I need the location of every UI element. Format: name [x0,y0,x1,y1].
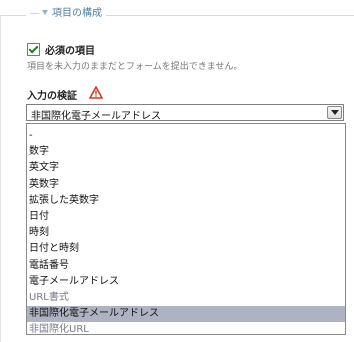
legend-label: 項目の構成 [52,8,102,19]
validation-select[interactable]: 非国際化電子メールアドレス [26,104,344,122]
required-label[interactable]: 必須の項目 [45,46,95,57]
chevron-down-icon [331,110,339,115]
dropdown-option[interactable]: 日付と時刻 [27,241,345,257]
dropdown-option[interactable]: - [27,128,345,144]
validation-dropdown-list: - 数字 英文字 英数字 拡張した英数字 日付 時刻 日付と時刻 電話番号 電子メールアドレス UR… [26,123,346,335]
dropdown-option[interactable]: 数字 [27,144,345,160]
dropdown-option[interactable]: 電子メールアドレス [27,274,345,290]
dropdown-option[interactable]: 英数字 [27,177,345,193]
checkmark-icon [28,43,39,54]
warning-icon [89,86,103,99]
dropdown-option[interactable]: 非国際化URL [27,322,345,338]
expand-triangle-icon [42,10,48,15]
required-help-text: 項目を未入力のままだとフォームを提出できません。 [27,62,243,72]
dropdown-option[interactable]: 日付 [27,209,345,225]
select-dropdown-button[interactable] [327,106,342,119]
dropdown-option[interactable]: 電話番号 [27,258,345,274]
validation-label: 入力の検証 [27,91,77,102]
dropdown-option[interactable]: URL書式 [27,290,345,306]
select-current-value: 非国際化電子メールアドレス [31,111,161,122]
required-checkbox[interactable] [27,43,40,56]
dropdown-option[interactable]: 英文字 [27,160,345,176]
required-row: 必須の項目 [27,42,95,57]
fieldset-border-left [0,15,1,342]
dropdown-option[interactable]: 時刻 [27,225,345,241]
dropdown-option[interactable]: 非国際化電子メールアドレス [27,306,345,323]
dropdown-option[interactable]: 拡張した英数字 [27,193,345,209]
legend-dash: — [30,8,40,19]
section-legend[interactable]: — 項目の構成 [26,6,106,22]
